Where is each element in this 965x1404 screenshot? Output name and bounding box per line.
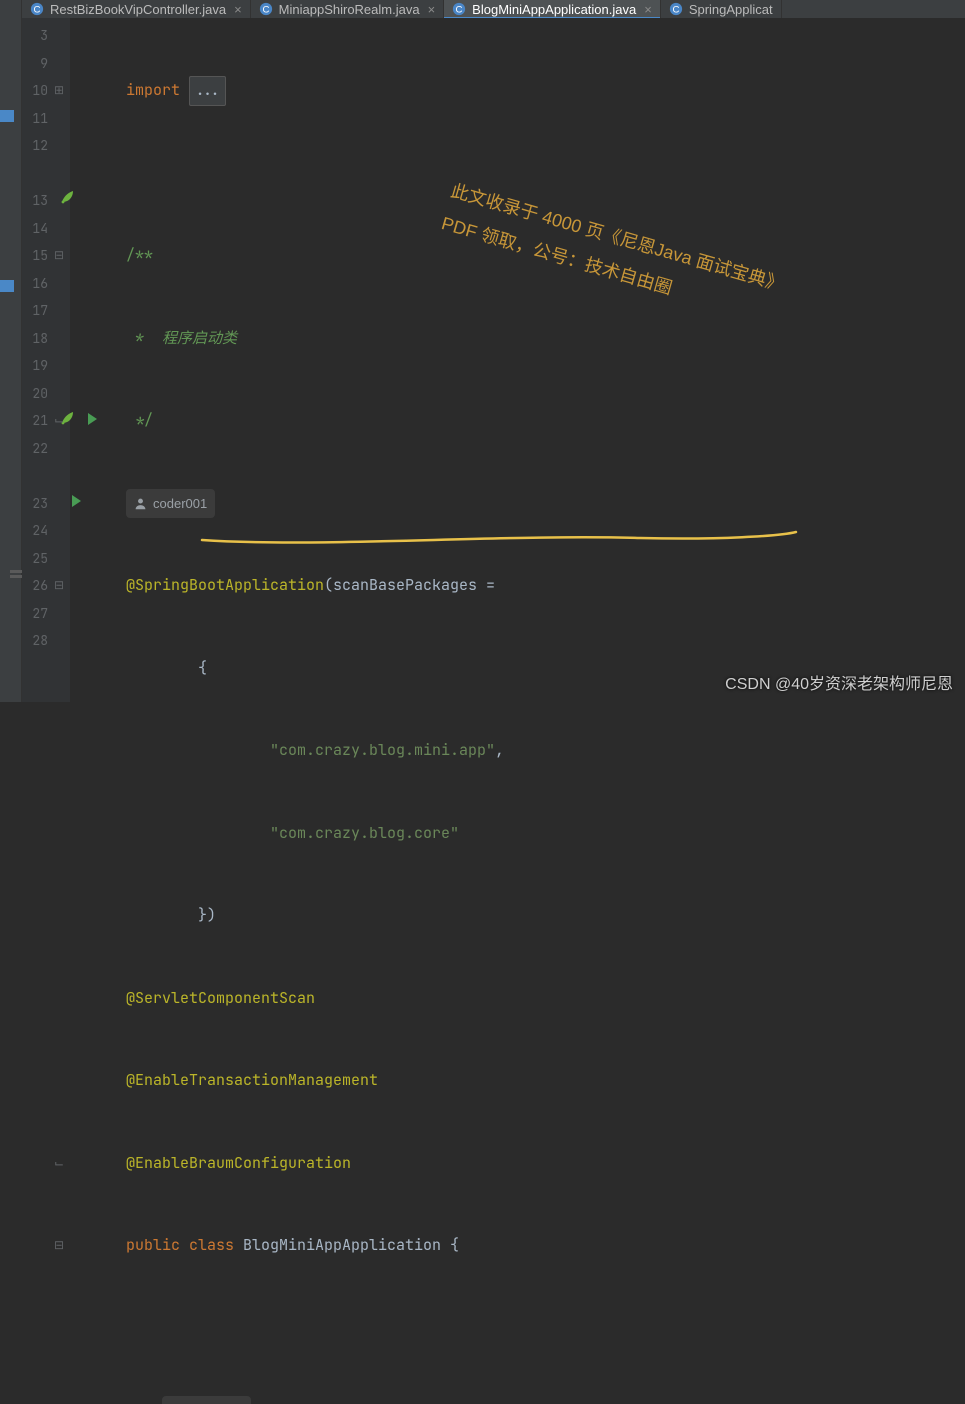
line-number: 23 (28, 490, 48, 518)
line-number: 19 (28, 352, 48, 380)
svg-text:C: C (262, 5, 269, 16)
code-area[interactable]: ⊞import ... ⊟/** * 程序启动类 ⌙ */ coder001 ⊟… (70, 18, 720, 702)
svg-text:C: C (456, 5, 463, 16)
tab-restbizbook[interactable]: C RestBizBookVipController.java × (22, 0, 251, 18)
close-icon[interactable]: × (234, 2, 242, 17)
line-number: 15 (28, 242, 48, 270)
line-number: 18 (28, 325, 48, 353)
folded-region[interactable]: ... (189, 76, 226, 106)
line-number: 28 (28, 627, 48, 655)
line-number: 25 (28, 545, 48, 573)
tab-blogminiapp[interactable]: C BlogMiniAppApplication.java × (444, 0, 661, 18)
svg-text:C: C (34, 5, 41, 16)
user-icon (134, 497, 147, 510)
fold-icon-minus[interactable]: ⊟ (52, 572, 66, 600)
line-number: 21 (28, 407, 48, 435)
code-line: ⌙ */ (126, 407, 720, 435)
tab-label: MiniappShiroRealm.java (279, 2, 420, 17)
fold-end-icon[interactable]: ⌙ (52, 1150, 66, 1178)
code-line: ⊞import ... (126, 77, 720, 105)
line-number: 3 (28, 22, 48, 50)
resize-handle[interactable] (10, 570, 22, 573)
marker-2 (0, 280, 14, 292)
resize-handle-2[interactable] (10, 575, 22, 578)
java-class-icon: C (30, 2, 44, 16)
tab-label: BlogMiniAppApplication.java (472, 2, 636, 17)
line-number: 24 (28, 517, 48, 545)
line-number: 20 (28, 380, 48, 408)
code-line (126, 1315, 720, 1343)
line-number (28, 160, 48, 188)
line-number: 9 (28, 50, 48, 78)
line-number: 11 (28, 105, 48, 133)
author-tag[interactable]: coder001 (126, 489, 215, 519)
code-line: * 程序启动类 (126, 325, 720, 353)
tab-springapp[interactable]: C SpringApplicat (661, 0, 782, 18)
author-annotation: coder001 (126, 490, 720, 518)
left-tool-column (0, 0, 22, 702)
marker-1 (0, 110, 14, 122)
tab-label: SpringApplicat (689, 2, 773, 17)
csdn-watermark: CSDN @40岁资深老架构师尼恩 (725, 670, 953, 694)
code-line: ⌙@EnableBraumConfiguration (126, 1150, 720, 1178)
java-class-icon: C (669, 2, 683, 16)
line-number (28, 462, 48, 490)
line-number: 14 (28, 215, 48, 243)
close-icon[interactable]: × (428, 2, 436, 17)
fold-icon-plus[interactable]: ⊞ (52, 77, 66, 105)
code-line: "com.crazy.blog.mini.app", (126, 737, 720, 765)
code-line: ⊟/** (126, 242, 720, 270)
java-class-icon: C (259, 2, 273, 16)
author-tag[interactable]: coder001 (162, 1396, 251, 1404)
line-number: 13 (28, 187, 48, 215)
author-annotation: coder001 (126, 1397, 720, 1404)
code-line (126, 160, 720, 188)
line-number: 17 (28, 297, 48, 325)
code-line: }) (126, 902, 720, 930)
line-number: 22 (28, 435, 48, 463)
editor-tab-bar: C RestBizBookVipController.java × C Mini… (22, 0, 965, 18)
line-number: 26 (28, 572, 48, 600)
fold-icon-minus[interactable]: ⊟ (52, 1232, 66, 1260)
code-line: "com.crazy.blog.core" (126, 820, 720, 848)
fold-icon-minus[interactable]: ⊟ (52, 242, 66, 270)
line-number: 12 (28, 132, 48, 160)
code-line: @EnableTransactionManagement (126, 1067, 720, 1095)
code-line: ⊟@SpringBootApplication(scanBasePackages… (126, 572, 720, 600)
code-editor[interactable]: 3 9 10 11 12 13 14 15 16 17 18 19 20 21 … (22, 18, 965, 702)
line-number: 27 (28, 600, 48, 628)
tab-miniappshiro[interactable]: C MiniappShiroRealm.java × (251, 0, 445, 18)
fold-end-icon[interactable]: ⌙ (52, 407, 66, 435)
code-line: @ServletComponentScan (126, 985, 720, 1013)
line-number: 16 (28, 270, 48, 298)
java-class-icon: C (452, 2, 466, 16)
code-line: ⊟public class BlogMiniAppApplication { (126, 1232, 720, 1260)
svg-text:C: C (672, 5, 679, 16)
line-number: 10 (28, 77, 48, 105)
close-icon[interactable]: × (644, 2, 652, 17)
code-line: { (126, 655, 720, 683)
tab-label: RestBizBookVipController.java (50, 2, 226, 17)
